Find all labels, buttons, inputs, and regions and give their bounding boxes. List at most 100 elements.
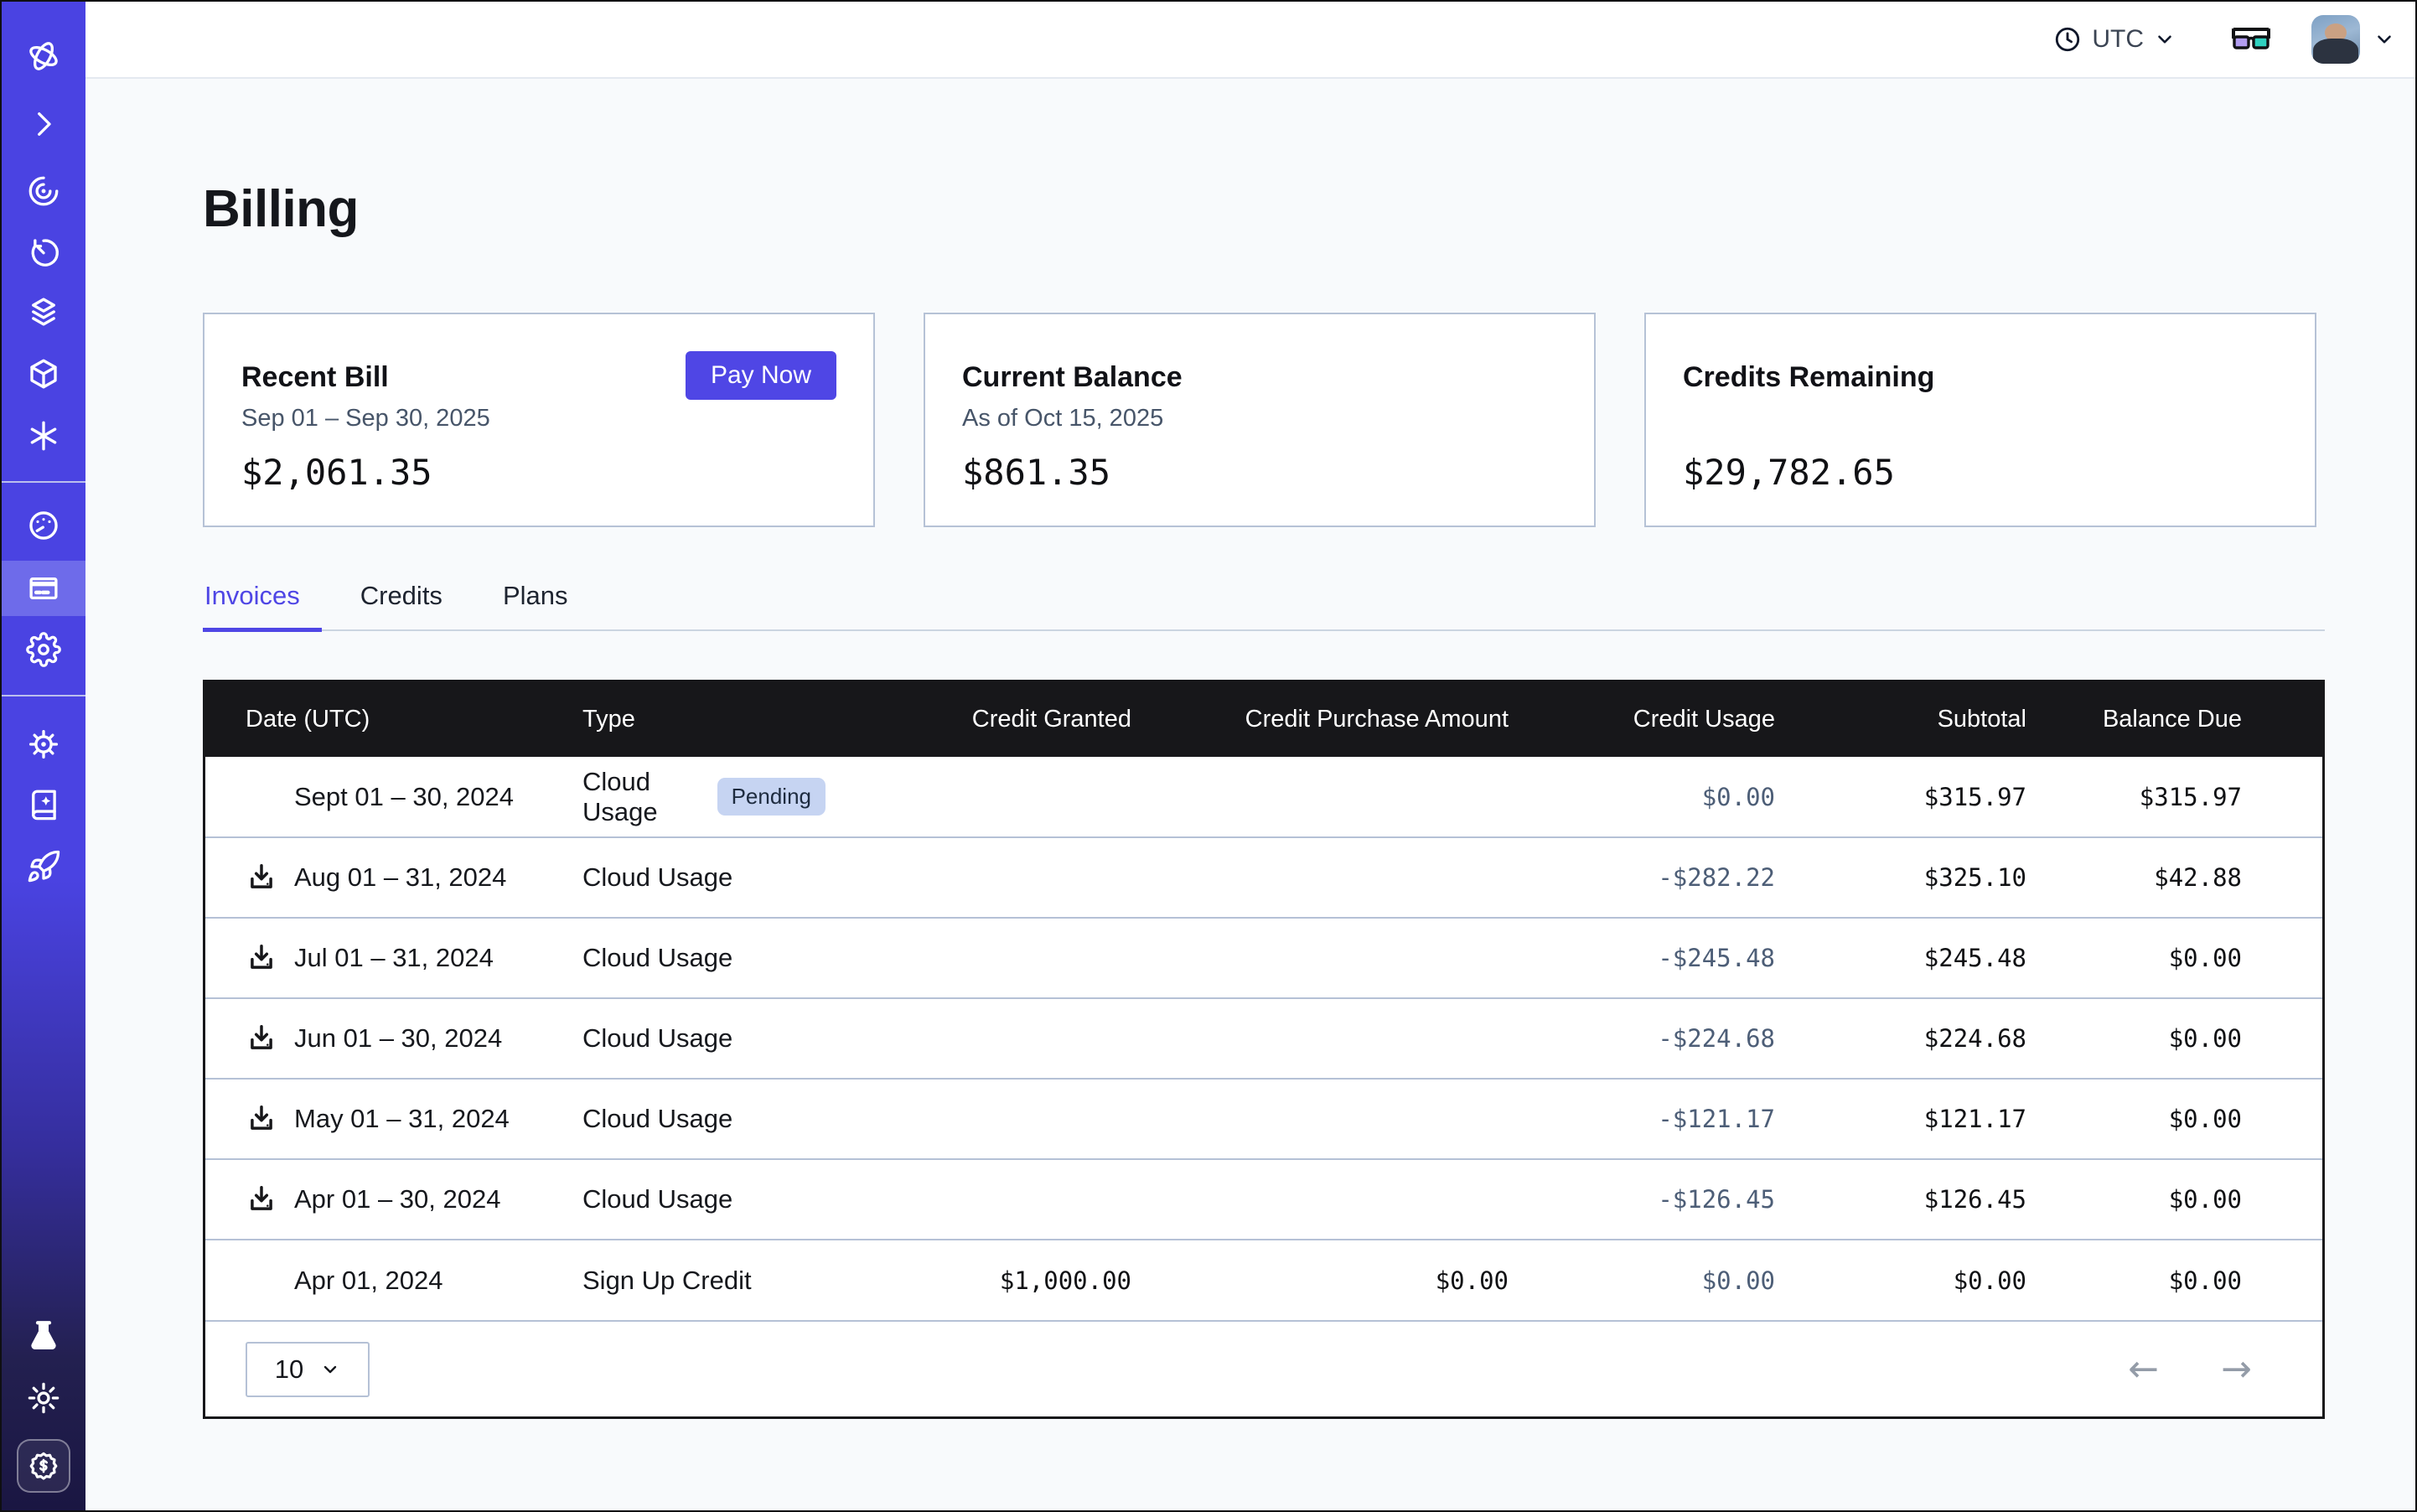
credit-granted: $1,000.00	[826, 1240, 1131, 1320]
column-header-credit-purchase: Credit Purchase Amount	[1131, 682, 1509, 757]
tab-invoices[interactable]: Invoices	[203, 581, 322, 632]
account-menu-button[interactable]	[2373, 28, 2395, 50]
table-row: Apr 01 – 30, 2024 Cloud Usage -$126.45 $…	[205, 1159, 2322, 1240]
app-window: UTC Billing Recent Bill Sep 01 – Sep 30,…	[0, 0, 2417, 1512]
sidebar-item-workflows[interactable]	[2, 163, 85, 219]
workflows-icon	[26, 173, 61, 209]
current-balance-card: Current Balance As of Oct 15, 2025 $861.…	[924, 313, 1596, 527]
table-footer: 10 ← →	[205, 1320, 2322, 1416]
card-title: Credits Remaining	[1683, 361, 1934, 394]
status-badge: Pending	[717, 778, 826, 816]
column-header-credit-usage: Credit Usage	[1509, 682, 1775, 757]
avatar[interactable]	[2311, 15, 2360, 64]
page-title: Billing	[203, 179, 2325, 239]
credits-badge-icon	[27, 1449, 60, 1483]
sidebar-item-namespaces[interactable]	[2, 284, 85, 339]
sidebar-item-getting-started[interactable]	[2, 839, 85, 894]
chevron-right-icon	[26, 106, 61, 142]
column-header-balance-due: Balance Due	[2026, 682, 2322, 757]
credit-purchase	[1131, 757, 1509, 837]
credits-remaining-card: Credits Remaining $29,782.65	[1644, 313, 2316, 527]
temporal-logo[interactable]	[2, 28, 85, 84]
credit-granted	[826, 998, 1131, 1079]
credit-granted	[826, 837, 1131, 918]
credit-purchase	[1131, 1079, 1509, 1159]
table-row: Sept 01 – 30, 2024 Cloud UsagePending $0…	[205, 757, 2322, 837]
settings-icon	[26, 632, 61, 667]
card-title: Recent Bill	[241, 361, 389, 394]
next-page-button[interactable]: →	[2221, 1351, 2252, 1388]
usage-icon	[26, 508, 61, 543]
invoice-date: Aug 01 – 31, 2024	[294, 862, 506, 893]
balance-due: $0.00	[2026, 1159, 2322, 1240]
timezone-picker[interactable]: UTC	[2053, 25, 2176, 54]
download-invoice-icon[interactable]	[246, 1103, 277, 1135]
sidebar-item-docs[interactable]	[2, 777, 85, 832]
credit-purchase	[1131, 918, 1509, 998]
credits-remaining-amount: $29,782.65	[1683, 452, 1895, 493]
credit-granted	[826, 1159, 1131, 1240]
subtotal: $224.68	[1775, 998, 2026, 1079]
invoice-type: Sign Up Credit	[574, 1240, 826, 1320]
chevron-down-icon	[2154, 28, 2176, 50]
table-row: Apr 01, 2024 Sign Up Credit $1,000.00 $0…	[205, 1240, 2322, 1320]
credit-purchase	[1131, 1159, 1509, 1240]
credit-purchase	[1131, 837, 1509, 918]
tab-plans[interactable]: Plans	[501, 581, 590, 632]
sidebar-item-labs[interactable]	[2, 1308, 85, 1364]
card-subtitle: As of Oct 15, 2025	[962, 405, 1163, 432]
download-invoice-icon[interactable]	[246, 862, 277, 893]
credit-usage: -$282.22	[1509, 837, 1775, 918]
chevron-down-icon	[2373, 28, 2395, 50]
table-header: Date (UTC) Type Credit Granted Credit Pu…	[205, 682, 2322, 757]
table-row: Jul 01 – 31, 2024 Cloud Usage -$245.48 $…	[205, 918, 2322, 998]
download-invoice-icon[interactable]	[246, 1183, 277, 1215]
sidebar-expand-button[interactable]	[2, 96, 85, 152]
pay-now-button[interactable]: Pay Now	[686, 351, 836, 400]
credit-usage: $0.00	[1509, 1240, 1775, 1320]
balance-due: $0.00	[2026, 1079, 2322, 1159]
pagination: ← →	[2128, 1351, 2252, 1388]
current-balance-amount: $861.35	[962, 452, 1110, 493]
sidebar	[2, 2, 85, 1510]
sidebar-item-support[interactable]	[2, 717, 85, 772]
sidebar-divider	[2, 695, 85, 696]
invoice-date: Apr 01 – 30, 2024	[294, 1184, 500, 1214]
invoice-type: Cloud Usage	[574, 918, 826, 998]
main-content: Billing Recent Bill Sep 01 – Sep 30, 202…	[203, 79, 2325, 1512]
sidebar-item-billing[interactable]	[2, 561, 85, 616]
sidebar-item-theme-toggle[interactable]	[2, 1370, 85, 1426]
sidebar-item-deployments[interactable]	[2, 346, 85, 401]
sidebar-item-schedules[interactable]	[2, 224, 85, 279]
sidebar-item-usage[interactable]	[2, 498, 85, 553]
sidebar-divider	[2, 481, 85, 483]
credit-granted	[826, 1079, 1131, 1159]
tab-credits[interactable]: Credits	[359, 581, 464, 632]
sidebar-item-settings[interactable]	[2, 622, 85, 677]
previous-page-button[interactable]: ←	[2128, 1351, 2159, 1388]
topbar: UTC	[85, 2, 2415, 79]
invoice-type: Cloud Usage	[574, 1079, 826, 1159]
docs-icon	[26, 787, 61, 822]
billing-tabs: Invoices Credits Plans	[203, 581, 2325, 631]
download-invoice-icon[interactable]	[246, 1023, 277, 1054]
subtotal: $325.10	[1775, 837, 2026, 918]
nexus-icon	[26, 418, 61, 453]
column-header-credit-granted: Credit Granted	[826, 682, 1131, 757]
table-row: Jun 01 – 30, 2024 Cloud Usage -$224.68 $…	[205, 998, 2322, 1079]
sidebar-item-credits[interactable]	[17, 1439, 70, 1493]
sidebar-item-nexus[interactable]	[2, 408, 85, 463]
credit-usage: -$121.17	[1509, 1079, 1775, 1159]
recent-bill-amount: $2,061.35	[241, 452, 432, 493]
invoices-table: Date (UTC) Type Credit Granted Credit Pu…	[203, 680, 2325, 1419]
balance-due: $0.00	[2026, 918, 2322, 998]
download-invoice-icon[interactable]	[246, 942, 277, 974]
invoice-date: Sept 01 – 30, 2024	[294, 782, 514, 812]
billing-summary-cards: Recent Bill Sep 01 – Sep 30, 2025 $2,061…	[203, 313, 2325, 527]
credit-granted	[826, 757, 1131, 837]
table-row: May 01 – 31, 2024 Cloud Usage -$121.17 $…	[205, 1079, 2322, 1159]
read-only-mode-button[interactable]	[2231, 25, 2271, 54]
page-size-select[interactable]: 10	[246, 1342, 370, 1397]
subtotal: $245.48	[1775, 918, 2026, 998]
namespaces-icon	[26, 294, 61, 329]
